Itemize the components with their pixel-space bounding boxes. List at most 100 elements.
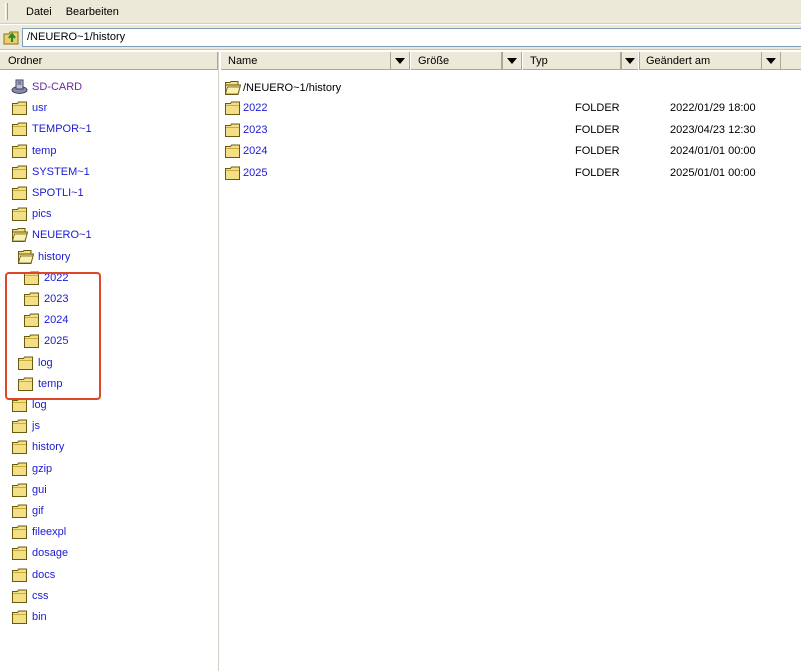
column-size-dropdown-icon[interactable] [502,52,522,70]
tree-item-label: gif [32,505,44,517]
tree-item-label: usr [32,102,48,115]
tree-item-label: dosage [32,547,69,560]
open-folder-icon [224,81,242,95]
folder-icon [12,440,28,455]
folder-icon [12,525,28,540]
folder-icon [12,165,28,179]
menu-datei[interactable]: Datei [19,2,59,22]
tree-item-label: history [32,441,65,454]
tree-item-label: temp [32,144,57,157]
folder-icon [225,144,241,158]
tree-item-neuero-1[interactable]: NEUERO~1 [11,226,92,244]
column-header-name[interactable]: Name [220,52,391,70]
tree-item-sd-card[interactable]: SD-CARD [11,78,82,96]
current-folder-row[interactable]: /NEUERO~1/history [220,79,801,97]
folder-icon [12,483,28,497]
folder-icon [12,398,28,412]
tree-item-label: SYSTEM~1 [32,165,90,178]
tree-item-label: history [38,250,71,263]
list-item-date: 2022/01/29 18:00 [670,102,756,114]
tree-item-label: bin [32,611,47,623]
tree-item-label: TEMPOR~1 [32,123,92,136]
list-row-2024[interactable]: 2024 FOLDER 2024/01/01 00:00 [220,142,801,160]
folder-icon [12,122,28,137]
toolbar-grip[interactable] [5,3,8,20]
folder-icon [12,504,28,518]
tree-item-bin[interactable]: bin [12,608,47,626]
list-item-type: FOLDER [575,102,620,114]
tree-item-css[interactable]: css [12,587,49,605]
tree-item-history[interactable]: history [12,438,64,456]
folder-icon [12,568,28,582]
tree-item-system-1[interactable]: SYSTEM~1 [12,163,90,181]
tree-item-dosage[interactable]: dosage [12,544,68,562]
tree-item-js[interactable]: js [12,417,40,435]
tree-item-docs[interactable]: docs [12,566,55,584]
selection-highlight [5,272,101,400]
column-modified-dropdown-icon[interactable] [761,52,781,70]
tree-item-usr[interactable]: usr [12,99,47,117]
tree-item-label: SPOTLI~1 [32,187,84,199]
folder-icon [225,166,241,180]
menu-bearbeiten[interactable]: Bearbeiten [59,2,126,22]
tree-item-label: pics [32,208,52,221]
folder-icon [225,123,241,137]
folder-icon [12,186,28,200]
folder-icon [12,546,28,561]
tree-item-spotli-1[interactable]: SPOTLI~1 [12,184,84,202]
menu-bar: Datei Bearbeiten [0,0,801,24]
folder-up-icon[interactable] [3,28,21,46]
tree-item-label: css [32,589,49,602]
tree-item-label: js [32,420,40,433]
folder-icon [12,610,28,624]
column-header-size[interactable]: Größe [410,52,502,70]
folder-icon [12,207,28,222]
folder-icon [12,589,28,603]
folder-icon [12,462,28,476]
column-type-dropdown-icon[interactable] [620,52,640,70]
address-bar: /NEUERO~1/history [0,25,801,50]
tree-item-label: gui [32,483,47,496]
tree-item-label: log [32,399,47,411]
list-item-name: 2022 [243,102,268,114]
open-folder-icon [17,249,35,264]
list-item-type: FOLDER [575,145,620,157]
open-folder-icon [11,228,29,243]
list-row-2022[interactable]: 2022 FOLDER 2022/01/29 18:00 [220,99,801,117]
list-header: Name Größe Typ Geändert am [220,52,801,70]
tree-item-label: fileexpl [32,526,67,539]
list-item-name: 2024 [243,145,268,157]
list-item-date: 2023/04/23 12:30 [670,123,756,136]
tree-item-history[interactable]: history [17,248,71,266]
column-header-modified[interactable]: Geändert am [638,52,762,70]
list-item-date: 2025/01/01 00:00 [670,166,756,179]
tree-item-label: docs [32,568,56,581]
folder-icon [12,101,28,116]
list-item-name: 2023 [243,123,268,136]
tree-item-label: SD-CARD [32,81,83,93]
file-list-pane: Name Größe Typ Geändert am /NEUERO~1/his… [220,52,801,671]
tree-item-tempor-1[interactable]: TEMPOR~1 [12,120,92,138]
list-row-2023[interactable]: 2023 FOLDER 2023/04/23 12:30 [220,121,801,139]
column-header-type[interactable]: Typ [522,52,622,70]
tree-header: Ordner [0,52,218,70]
current-folder-label: /NEUERO~1/history [243,82,342,94]
tree-item-gui[interactable]: gui [12,481,47,499]
tree-item-gif[interactable]: gif [12,502,44,520]
list-row-2025[interactable]: 2025 FOLDER 2025/01/01 00:00 [220,164,801,182]
folder-icon [225,101,241,115]
folder-icon [12,419,28,434]
folder-tree-pane: Ordner SD-CARD usr TEMPOR~1 temp SYSTEM~1 SPO… [0,52,219,671]
folder-icon [12,144,28,158]
tree-item-fileexpl[interactable]: fileexpl [12,523,66,541]
list-item-type: FOLDER [575,166,620,179]
tree-item-temp[interactable]: temp [12,142,56,160]
tree-item-pics[interactable]: pics [12,205,52,223]
tree-item-label: gzip [32,462,53,475]
list-item-date: 2024/01/01 00:00 [670,145,756,157]
column-name-dropdown-icon[interactable] [390,52,410,70]
address-input[interactable]: /NEUERO~1/history [22,28,801,47]
tree-item-gzip[interactable]: gzip [12,460,52,478]
tree-item-label: NEUERO~1 [32,229,92,242]
drive-icon [11,79,28,95]
